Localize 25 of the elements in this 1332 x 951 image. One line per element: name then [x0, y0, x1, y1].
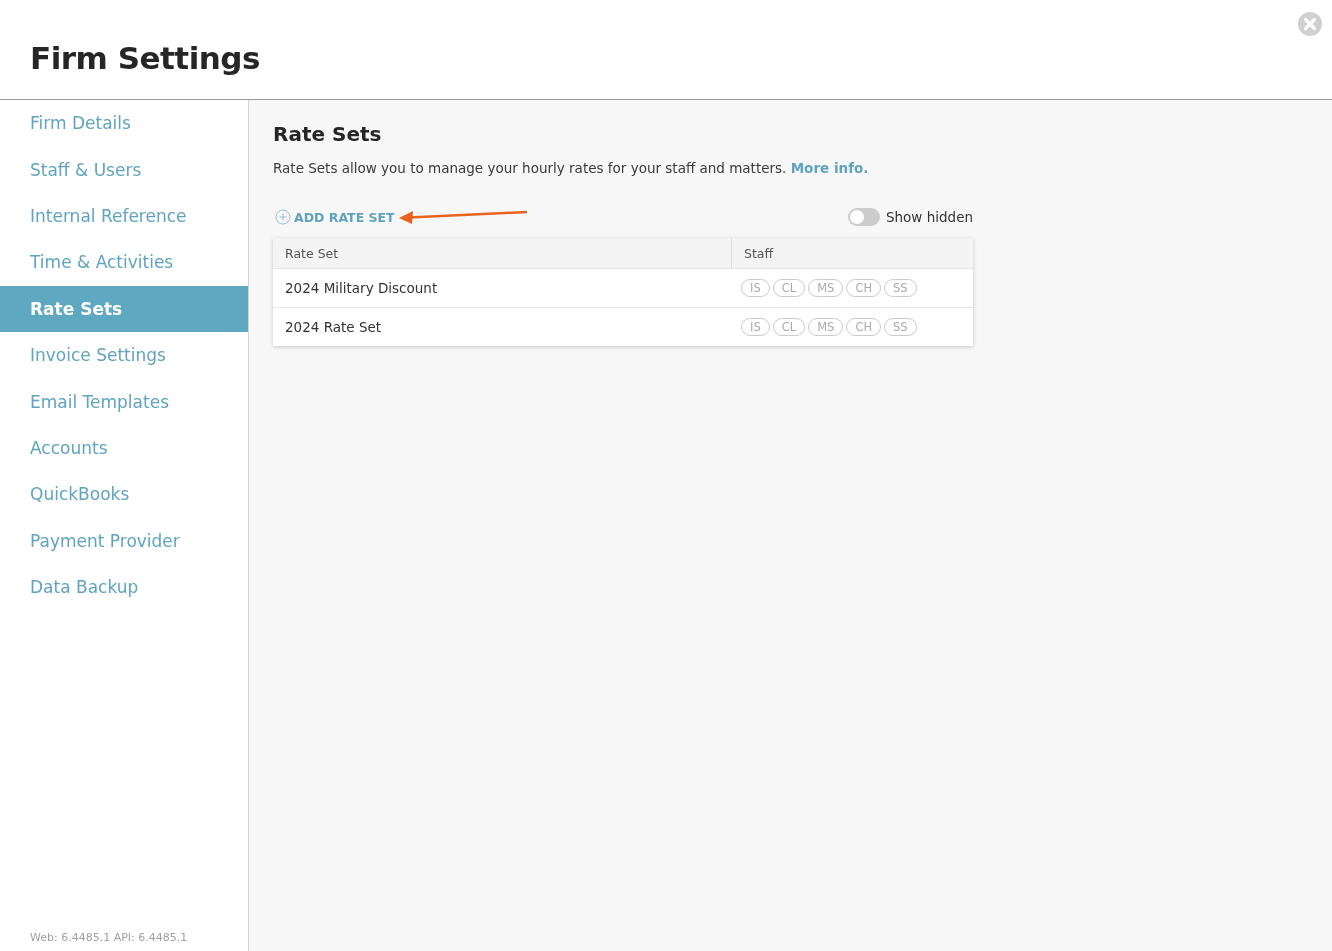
plus-circle-icon [275, 209, 291, 225]
sidebar-item[interactable]: QuickBooks [0, 471, 248, 518]
section-title: Rate Sets [273, 122, 383, 146]
sidebar-item[interactable]: Email Templates [0, 378, 248, 425]
close-icon[interactable] [1298, 12, 1322, 36]
sidebar-item[interactable]: Staff & Users [0, 146, 248, 193]
sidebar-item[interactable]: Time & Activities [0, 239, 248, 286]
sidebar-item[interactable]: Invoice Settings [0, 331, 248, 379]
sidebar-item[interactable]: Accounts [0, 424, 248, 472]
sidebar-item[interactable]: Data Backup [0, 563, 248, 611]
sidebar-item[interactable]: Internal Reference [0, 192, 248, 240]
sidebar-item[interactable]: Payment Provider [0, 517, 248, 564]
add-rate-set-button[interactable]: ADD RATE SET [273, 209, 395, 225]
sidebar-item[interactable]: Rate Sets [0, 285, 248, 332]
table-cell[interactable]: 2024 Rate Set [273, 308, 731, 346]
table-cell[interactable]: 2024 Military Discount [273, 269, 731, 307]
toggle-switch[interactable] [847, 208, 880, 226]
toggle-label: Show hidden [885, 209, 973, 225]
more-info-link[interactable]: More info. [790, 160, 869, 176]
column-header: Rate Set [273, 238, 732, 268]
version-text: Web: 6.4485.1 API: 6.4485.1 [29, 931, 189, 946]
column-header: Staff [743, 245, 774, 261]
description-text: Rate Sets allow you to manage your hourly rates for your staff and matters. More info. [273, 160, 870, 176]
sidebar-item[interactable]: Firm Details [0, 100, 248, 147]
window-title: Firm Settings [30, 40, 260, 76]
